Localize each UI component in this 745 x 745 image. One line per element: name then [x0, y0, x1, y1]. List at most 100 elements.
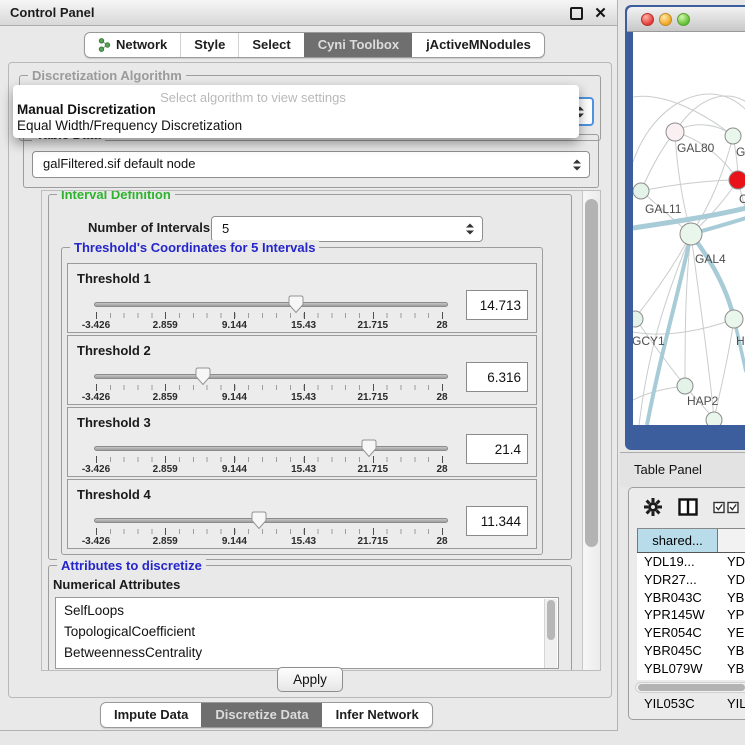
vertical-scrollbar-thumb[interactable] [585, 199, 598, 547]
slider-major-tick [304, 312, 305, 319]
table-row[interactable]: YPR145WYPR1... [637, 606, 745, 624]
table-row[interactable]: YBR043CYBR0... [637, 589, 745, 607]
network-node[interactable] [725, 128, 741, 144]
tab-infer-network[interactable]: Infer Network [322, 703, 432, 727]
slider-tick-label: 28 [436, 320, 447, 331]
apply-button[interactable]: Apply [277, 667, 343, 692]
attribute-item-betweennesscentrality[interactable]: BetweennessCentrality [64, 642, 558, 663]
slider-tick-label: 28 [436, 536, 447, 547]
network-edge[interactable] [641, 180, 738, 191]
slider-tick-label: 9.144 [222, 464, 247, 475]
gear-icon[interactable] [643, 497, 663, 517]
slider-track[interactable] [94, 518, 448, 523]
threshold-slider[interactable]: -3.4262.8599.14415.4321.71528 [94, 438, 454, 476]
network-edge[interactable] [641, 132, 675, 191]
slider-major-tick [442, 528, 443, 535]
slider-major-tick [96, 312, 97, 319]
table-data-combobox[interactable]: galFiltered.sif default node [32, 151, 590, 178]
tab-discretize-data[interactable]: Discretize Data [201, 703, 321, 727]
tab-impute-data[interactable]: Impute Data [101, 703, 201, 727]
network-node[interactable] [633, 183, 649, 199]
attributes-scrollbar[interactable] [544, 599, 557, 669]
top-tab-bar: NetworkStyle Select Cyni Toolbox jActiveMNo… [0, 27, 617, 62]
threshold-value-field[interactable]: 14.713 [466, 290, 528, 320]
column-header-shared-[interactable]: shared... [637, 529, 718, 552]
numerical-attributes-list[interactable]: SelfLoopsTopologicalCoefficientBetweenne… [55, 597, 559, 669]
select-columns-icon[interactable] [713, 501, 739, 514]
slider-tick-label: 9.144 [222, 392, 247, 403]
table-row[interactable]: YER054CYER0... [637, 624, 745, 642]
tab-jactivemnodules[interactable]: jActiveMNodules [412, 33, 544, 57]
threshold-value-field[interactable]: 21.4 [466, 434, 528, 464]
table-row[interactable]: YIL053CYIL0... [637, 695, 745, 713]
network-node-label: GAL4 [695, 252, 726, 266]
table-row[interactable]: YDL19...YDL1... [637, 553, 745, 571]
number-of-intervals-combobox[interactable]: 5 [211, 216, 483, 242]
network-node[interactable] [633, 311, 643, 327]
network-node-label: HAP2 [687, 394, 719, 408]
table-row[interactable]: YDR27...YDR2... [637, 571, 745, 589]
columns-icon[interactable] [678, 498, 698, 516]
slider-major-tick [165, 456, 166, 463]
tab-label: Discretize Data [215, 703, 308, 727]
float-window-icon[interactable] [570, 7, 583, 20]
table-row[interactable]: YBR045CYBR0... [637, 642, 745, 660]
node-table[interactable]: shared...na...YDL19...YDL1...YDR27...YDR… [637, 528, 745, 680]
close-traffic-light-icon[interactable] [641, 13, 654, 26]
threshold-value-field[interactable]: 6.316 [466, 362, 528, 392]
network-edge[interactable] [633, 319, 734, 334]
vertical-scrollbar[interactable] [582, 191, 600, 670]
network-icon [98, 38, 111, 52]
threshold-label: Threshold 4 [77, 487, 151, 502]
horizontal-scrollbar[interactable] [635, 682, 745, 693]
network-edge[interactable] [635, 318, 685, 386]
table-row[interactable]: YBL079WYBL0... [637, 660, 745, 678]
network-window-titlebar[interactable] [627, 7, 745, 32]
table-cell: YBR0... [718, 642, 745, 660]
network-edge-highlighted[interactable] [691, 234, 734, 319]
tab-style[interactable]: Style [180, 33, 238, 57]
table-cell: YBL079W [637, 660, 718, 678]
threshold-value-field[interactable]: 11.344 [466, 506, 528, 536]
slider-track[interactable] [94, 374, 448, 379]
network-node[interactable] [666, 123, 684, 141]
threshold-panel: Threshold 2 -3.4262.8599.14415.4321.7152… [67, 335, 537, 405]
tab-label: Cyni Toolbox [318, 33, 399, 57]
column-header-na-[interactable]: na... [718, 529, 745, 552]
threshold-slider[interactable]: -3.4262.8599.14415.4321.71528 [94, 366, 454, 404]
network-node[interactable] [677, 378, 693, 394]
slider-track[interactable] [94, 302, 448, 307]
tab-cyni-toolbox[interactable]: Cyni Toolbox [304, 33, 412, 57]
threshold-slider[interactable]: -3.4262.8599.14415.4321.71528 [94, 294, 454, 332]
slider-thumb-icon[interactable] [288, 295, 304, 314]
settings-scroll-content: Interval Definition Number of Intervals … [42, 191, 582, 670]
threshold-slider[interactable]: -3.4262.8599.14415.4321.71528 [94, 510, 454, 548]
network-node[interactable] [680, 223, 702, 245]
dropdown-item-manual-discretization[interactable]: Manual Discretization [16, 102, 576, 118]
tab-select[interactable]: Select [238, 33, 303, 57]
network-node[interactable] [729, 171, 745, 189]
network-node[interactable] [725, 310, 743, 328]
slider-thumb-icon[interactable] [361, 439, 377, 458]
tab-label: Select [252, 33, 290, 57]
slider-track[interactable] [94, 446, 448, 451]
network-edge-highlighted[interactable] [647, 234, 691, 425]
attribute-item-selfloops[interactable]: SelfLoops [64, 600, 558, 621]
tab-network[interactable]: Network [85, 33, 180, 57]
slider-major-tick [304, 456, 305, 463]
table-cell: YIL053C [637, 695, 718, 713]
slider-thumb-icon[interactable] [195, 367, 211, 386]
horizontal-scrollbar-thumb[interactable] [638, 684, 745, 691]
zoom-traffic-light-icon[interactable] [677, 13, 690, 26]
network-canvas[interactable]: GAL80GAGAL11CGAL4GCY1HHAP2 [633, 32, 745, 425]
table-cell: YDL19... [637, 553, 718, 571]
close-icon[interactable]: ✕ [594, 7, 607, 20]
slider-thumb-icon[interactable] [251, 511, 267, 530]
slider-tick-label: 2.859 [153, 536, 178, 547]
network-node[interactable] [706, 412, 722, 425]
attribute-item-topologicalcoefficient[interactable]: TopologicalCoefficient [64, 621, 558, 642]
network-node-label: H [736, 334, 745, 348]
dropdown-item-equal-width-frequency-discretization[interactable]: Equal Width/Frequency Discretization [16, 118, 576, 134]
minimize-traffic-light-icon[interactable] [659, 13, 672, 26]
table-panel-title: Table Panel [634, 453, 702, 487]
